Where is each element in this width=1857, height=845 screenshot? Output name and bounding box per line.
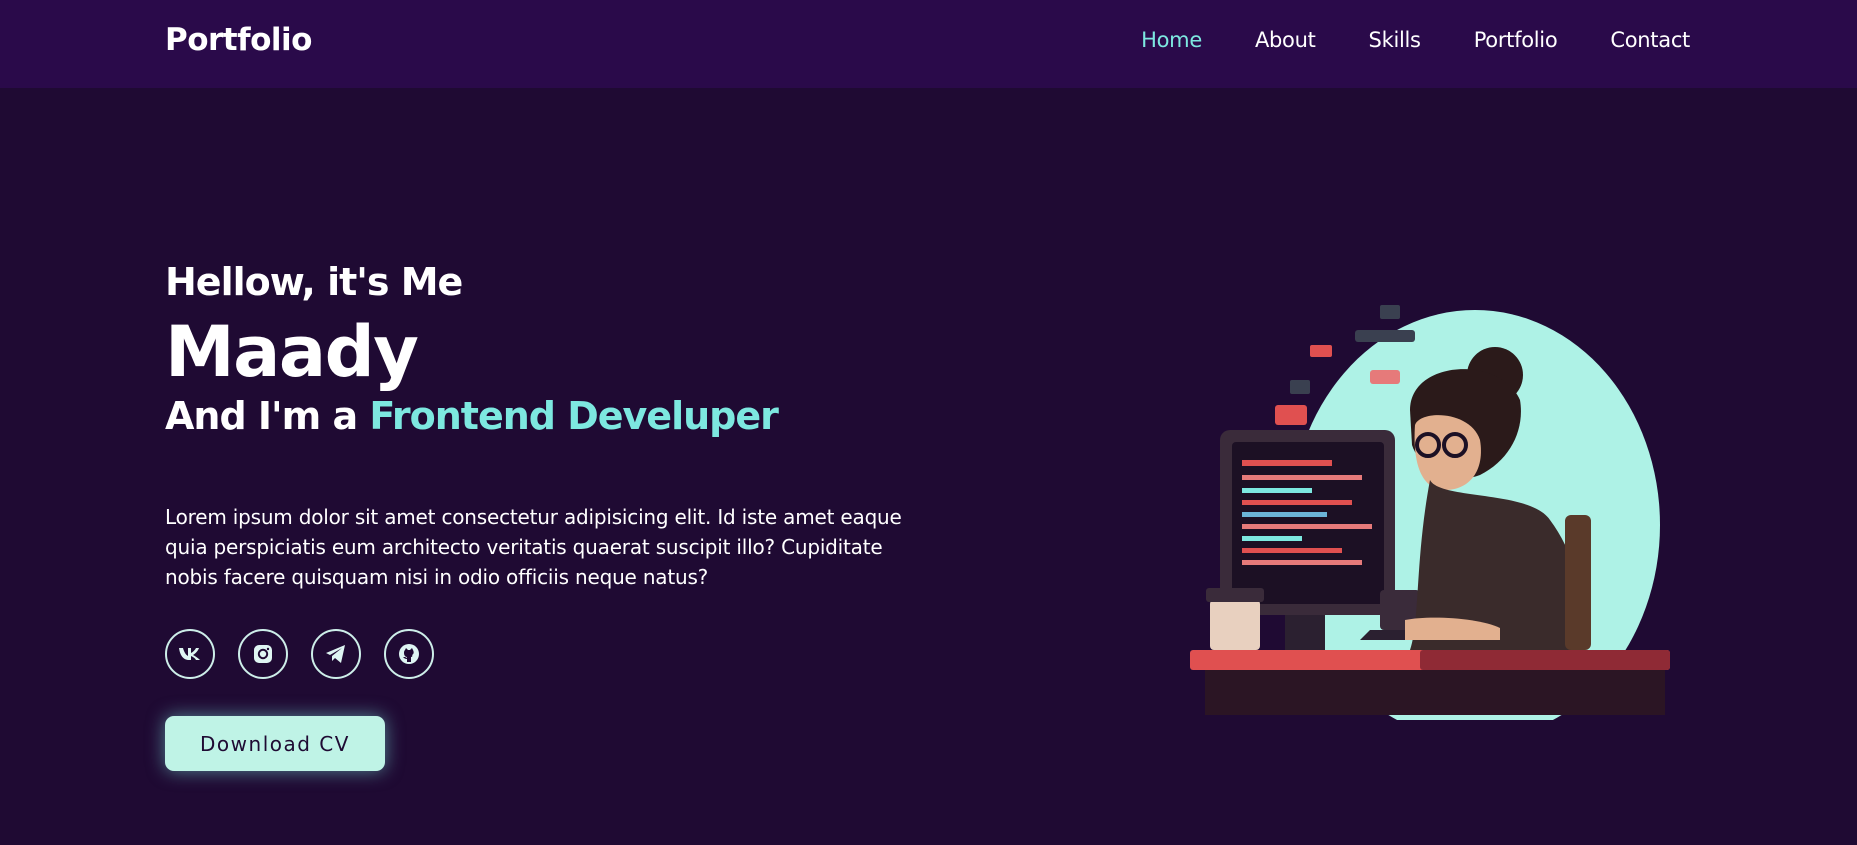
github-link[interactable] bbox=[384, 629, 434, 679]
hero-role: And I'm a Frontend Develuper bbox=[165, 392, 779, 440]
telegram-icon bbox=[326, 645, 345, 663]
site-header: Portfolio Home About Skills Portfolio Co… bbox=[0, 0, 1857, 88]
download-cv-button[interactable]: Download CV bbox=[165, 716, 385, 771]
hero-intro: Hellow, it's Me Maady And I'm a Frontend… bbox=[165, 258, 779, 440]
hero-description: Lorem ipsum dolor sit amet consectetur a… bbox=[165, 505, 902, 589]
instagram-icon bbox=[254, 645, 272, 663]
role-highlight: Frontend Develuper bbox=[369, 394, 778, 438]
github-icon bbox=[399, 644, 419, 664]
nav-home[interactable]: Home bbox=[1141, 28, 1202, 52]
developer-illustration bbox=[1180, 305, 1680, 720]
nav-skills[interactable]: Skills bbox=[1369, 28, 1421, 52]
vk-icon bbox=[179, 648, 200, 660]
nav-contact[interactable]: Contact bbox=[1610, 28, 1690, 52]
instagram-link[interactable] bbox=[238, 629, 288, 679]
telegram-link[interactable] bbox=[311, 629, 361, 679]
site-logo[interactable]: Portfolio bbox=[165, 22, 312, 58]
vk-link[interactable] bbox=[165, 629, 215, 679]
hero-name: Maady bbox=[165, 311, 419, 393]
main-nav: Home About Skills Portfolio Contact bbox=[1141, 28, 1690, 52]
hero-greeting: Hellow, it's Me bbox=[165, 260, 463, 304]
nav-about[interactable]: About bbox=[1255, 28, 1316, 52]
nav-portfolio[interactable]: Portfolio bbox=[1474, 28, 1558, 52]
social-links bbox=[165, 629, 434, 679]
role-prefix: And I'm a bbox=[165, 394, 358, 438]
